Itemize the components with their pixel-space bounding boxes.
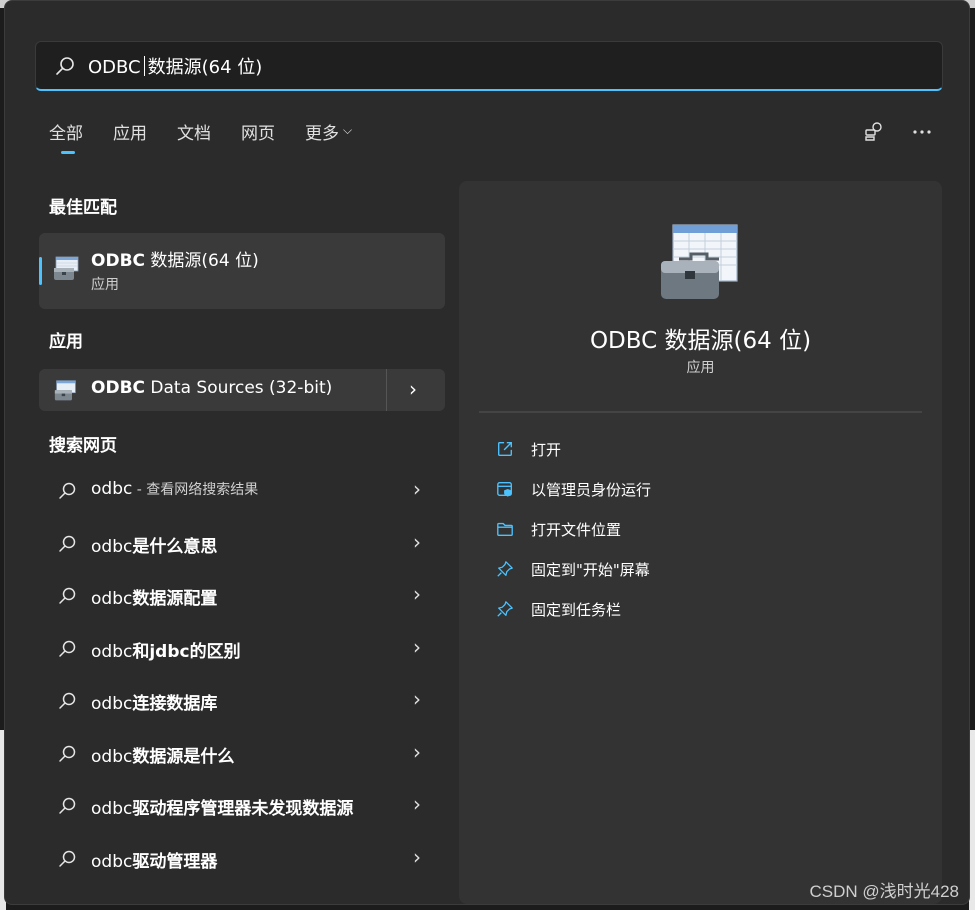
folder-icon xyxy=(495,519,515,539)
search-icon xyxy=(59,692,76,709)
search-icon xyxy=(59,482,76,499)
action-pin-to-start[interactable]: 固定到"开始"屏幕 xyxy=(495,554,650,584)
web-result-text: odbc和jdbc的区别 xyxy=(91,642,241,662)
chevron-right-icon[interactable]: › xyxy=(409,377,417,401)
chevron-right-icon: › xyxy=(413,635,421,659)
tab-all[interactable]: 全部 xyxy=(49,119,83,155)
web-result-text: odbc连接数据库 xyxy=(91,694,218,714)
best-match-heading: 最佳匹配 xyxy=(49,198,117,218)
web-result[interactable]: odbc数据源配置 › xyxy=(39,572,445,620)
search-icon xyxy=(59,850,76,867)
web-result[interactable]: odbc驱动程序管理器未发现数据源 › xyxy=(39,782,445,830)
open-external-icon xyxy=(495,439,515,459)
detail-title: ODBC 数据源(64 位) xyxy=(589,328,812,354)
text-caret xyxy=(143,55,145,76)
chevron-right-icon: › xyxy=(413,687,421,711)
web-result[interactable]: odbc连接数据库 › xyxy=(39,677,445,725)
odbc-app-large-icon xyxy=(661,224,738,299)
chevron-right-icon: › xyxy=(413,792,421,816)
best-match-result[interactable]: ODBC 数据源(64 位) 应用 xyxy=(39,233,445,309)
tab-apps[interactable]: 应用 xyxy=(113,119,147,155)
web-result-text: odbc是什么意思 xyxy=(91,537,218,557)
web-result[interactable]: odbc和jdbc的区别 › xyxy=(39,625,445,673)
more-options-icon[interactable] xyxy=(911,121,933,143)
action-open[interactable]: 打开 xyxy=(495,434,561,464)
search-icon xyxy=(59,587,76,604)
account-share-icon[interactable] xyxy=(863,121,885,143)
shield-admin-icon xyxy=(495,479,515,499)
action-run-as-admin[interactable]: 以管理员身份运行 xyxy=(495,474,651,504)
web-result-text: odbc驱动程序管理器未发现数据源 xyxy=(91,799,354,819)
pin-icon xyxy=(495,559,515,579)
selection-indicator xyxy=(39,257,42,285)
search-panel: ODBC 数据源(64 位) 全部 应用 文档 网页 更多 ⌵ 最佳匹配 ODB… xyxy=(4,0,970,905)
detail-subtitle: 应用 xyxy=(686,360,715,376)
search-icon xyxy=(59,640,76,657)
web-result[interactable]: odbc驱动管理器 › xyxy=(39,835,445,883)
web-result[interactable]: odbc是什么意思 › xyxy=(39,520,445,568)
chevron-right-icon: › xyxy=(413,740,421,764)
search-query: ODBC 数据源(64 位) xyxy=(88,55,263,78)
app-result-odbc-32[interactable]: ODBC Data Sources (32-bit) › xyxy=(39,369,445,411)
top-actions xyxy=(863,121,933,143)
web-result-text: odbc驱动管理器 xyxy=(91,852,218,872)
app-result-name: ODBC Data Sources (32-bit) xyxy=(91,378,333,398)
action-open-file-location[interactable]: 打开文件位置 xyxy=(495,514,621,544)
tab-web[interactable]: 网页 xyxy=(241,119,275,155)
search-icon xyxy=(59,535,76,552)
detail-pane: ODBC 数据源(64 位) 应用 打开 以管理员身份运行 打开文件位置 固定到… xyxy=(459,181,942,904)
odbc-app-icon xyxy=(54,380,76,401)
web-result-text: odbc - 查看网络搜索结果 xyxy=(91,479,259,499)
action-pin-to-taskbar[interactable]: 固定到任务栏 xyxy=(495,594,621,624)
watermark: CSDN @浅时光428 xyxy=(809,882,959,901)
search-icon xyxy=(56,56,74,75)
detail-separator xyxy=(479,411,922,413)
web-heading: 搜索网页 xyxy=(49,436,117,456)
search-input[interactable]: ODBC 数据源(64 位) xyxy=(35,41,943,91)
chevron-right-icon: › xyxy=(413,477,421,501)
search-icon xyxy=(59,797,76,814)
web-result-text: odbc数据源是什么 xyxy=(91,747,235,767)
web-result-text: odbc数据源配置 xyxy=(91,589,218,609)
best-match-name: ODBC 数据源(64 位) xyxy=(91,251,259,271)
chevron-right-icon: › xyxy=(413,530,421,554)
tab-more[interactable]: 更多 ⌵ xyxy=(305,119,352,155)
chevron-right-icon: › xyxy=(413,582,421,606)
tab-documents[interactable]: 文档 xyxy=(177,119,211,155)
best-match-type: 应用 xyxy=(91,277,119,293)
row-divider xyxy=(386,369,387,411)
web-result[interactable]: odbc数据源是什么 › xyxy=(39,730,445,778)
search-icon xyxy=(59,745,76,762)
chevron-right-icon: › xyxy=(413,845,421,869)
pin-icon xyxy=(495,599,515,619)
chevron-down-icon: ⌵ xyxy=(343,123,353,137)
odbc-app-icon xyxy=(54,256,79,280)
web-result[interactable]: odbc - 查看网络搜索结果 › xyxy=(39,467,445,515)
apps-heading: 应用 xyxy=(49,332,83,352)
filter-tabs: 全部 应用 文档 网页 更多 ⌵ xyxy=(49,119,382,155)
